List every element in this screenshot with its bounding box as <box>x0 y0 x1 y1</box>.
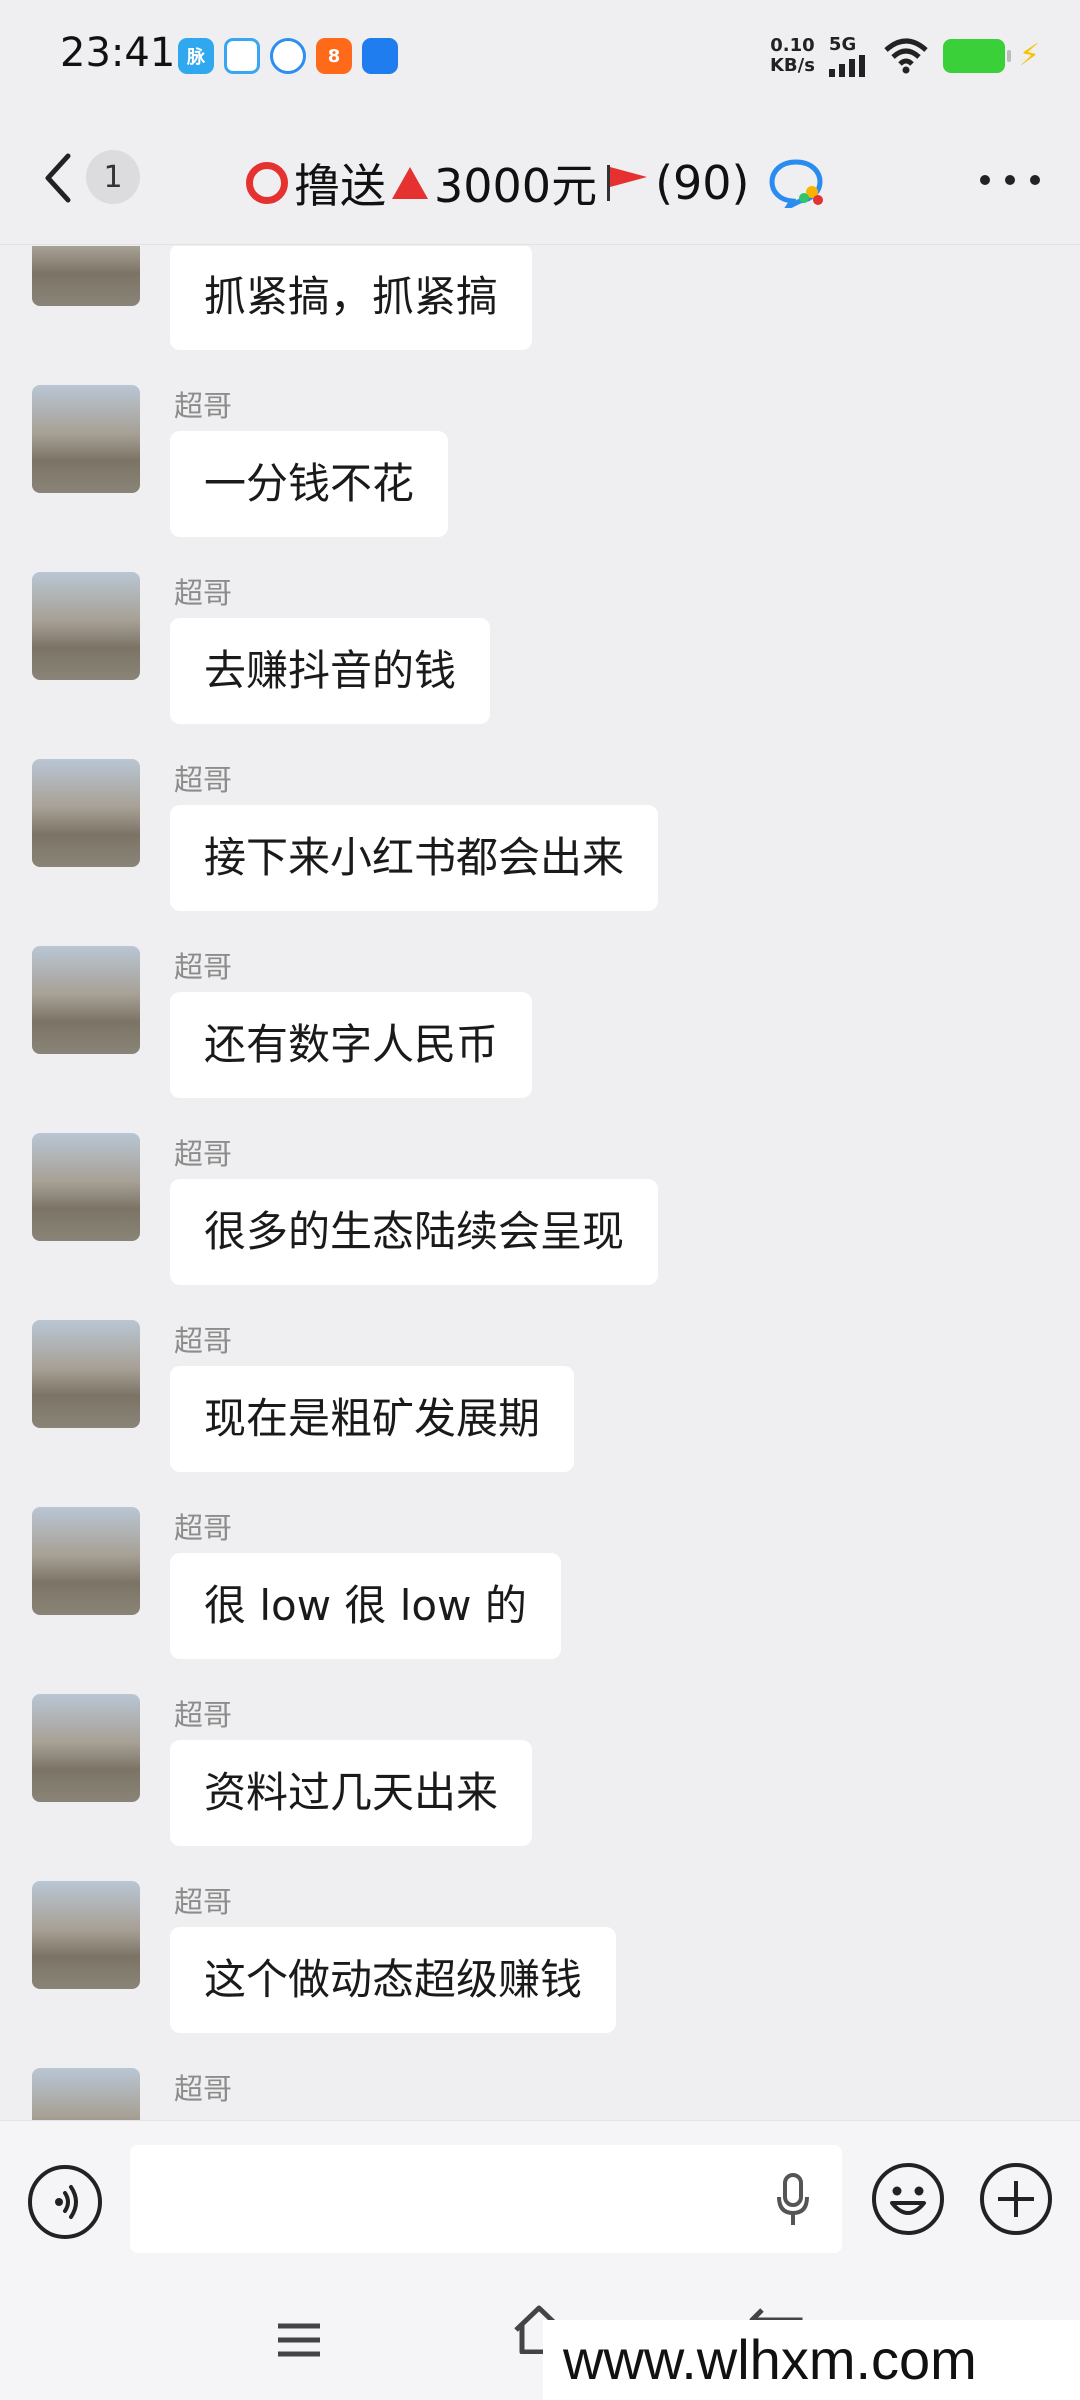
status-app-icons: 脉 8 <box>178 38 398 74</box>
wifi-icon <box>884 38 928 73</box>
message-list[interactable]: 超哥 抓紧搞，抓紧搞 超哥 一分钱不花 超哥 去赚抖音的钱 超哥 接下来小红书都… <box>0 246 1080 2120</box>
sender-name: 超哥 <box>174 1511 233 1545</box>
sender-avatar[interactable] <box>32 1320 140 1428</box>
emoji-icon[interactable] <box>870 2161 946 2237</box>
group-chat-icon[interactable] <box>768 158 826 208</box>
message-item: 超哥 抓紧搞，抓紧搞 <box>0 246 1080 373</box>
sender-name: 超哥 <box>174 950 233 984</box>
sender-name: 超哥 <box>174 576 233 610</box>
sender-name: 超哥 <box>174 1698 233 1732</box>
sender-name: 超哥 <box>174 1885 233 1919</box>
message-item: 超哥 去赚抖音的钱 <box>0 560 1080 747</box>
sender-name: 超哥 <box>174 389 233 423</box>
message-bubble[interactable]: 这个做动态超级赚钱 <box>170 1927 617 2033</box>
message-input-bar <box>0 2120 1080 2280</box>
message-bubble[interactable]: 去赚抖音的钱 <box>170 618 491 724</box>
sender-name: 超哥 <box>174 763 233 797</box>
charging-icon: ⚡ <box>1018 38 1040 73</box>
menu-icon[interactable] <box>276 2320 322 2360</box>
back-icon[interactable] <box>38 150 88 206</box>
watermark-text: www.wlhxm.com <box>543 2320 1080 2400</box>
voice-mode-button[interactable] <box>28 2165 102 2239</box>
add-more-icon[interactable] <box>978 2161 1054 2237</box>
sender-avatar[interactable] <box>32 246 140 306</box>
signal-icon <box>828 55 865 77</box>
signal-group: 5G <box>828 34 869 77</box>
app-orange-icon: 8 <box>316 38 352 74</box>
sender-name: 超哥 <box>174 2072 233 2106</box>
app-blue-icon: 脉 <box>178 38 214 74</box>
message-bubble[interactable]: 资料过几天出来 <box>170 1740 533 1846</box>
app-qq-chat-icon <box>224 38 260 74</box>
red-flag-icon <box>607 165 648 201</box>
red-triangle-icon <box>392 167 428 199</box>
sender-name: 超哥 <box>174 1137 233 1171</box>
message-bubble[interactable]: 现在是粗矿发展期 <box>170 1366 575 1472</box>
message-item: 超哥 <box>0 2056 1080 2120</box>
sender-avatar[interactable] <box>32 1881 140 1989</box>
status-indicators: 0.10 KB/s 5G ⚡ <box>770 34 1040 77</box>
message-bubble[interactable]: 还有数字人民币 <box>170 992 533 1098</box>
microphone-icon[interactable] <box>776 2173 810 2227</box>
sender-avatar[interactable] <box>32 759 140 867</box>
group-title[interactable]: 撸送 3000元 (90) <box>246 150 826 216</box>
sender-avatar[interactable] <box>32 1133 140 1241</box>
message-bubble[interactable]: 抓紧搞，抓紧搞 <box>170 246 533 350</box>
title-text-part-2: 3000元 <box>434 159 598 213</box>
sender-avatar[interactable] <box>32 385 140 493</box>
sender-avatar[interactable] <box>32 946 140 1054</box>
voice-wave-icon <box>55 2185 78 2219</box>
app-blue-window-icon <box>362 38 398 74</box>
message-item: 超哥 很 low 很 low 的 <box>0 1495 1080 1682</box>
message-bubble[interactable]: 接下来小红书都会出来 <box>170 805 659 911</box>
message-text-input[interactable] <box>130 2145 842 2253</box>
message-item: 超哥 一分钱不花 <box>0 373 1080 560</box>
sender-avatar[interactable] <box>32 2068 140 2120</box>
network-type: 5G <box>828 34 857 55</box>
battery-icon <box>942 38 1011 73</box>
status-bar: 23:41 脉 8 0.10 KB/s 5G ⚡ <box>0 0 1080 110</box>
message-item: 超哥 还有数字人民币 <box>0 934 1080 1121</box>
unread-count-badge[interactable]: 1 <box>86 150 140 204</box>
title-text-part-1: 撸送 <box>294 159 386 213</box>
red-circle-icon <box>246 162 288 204</box>
status-time: 23:41 <box>60 30 176 76</box>
message-item: 超哥 接下来小红书都会出来 <box>0 747 1080 934</box>
chat-header: 1 撸送 3000元 (90) <box>0 110 1080 245</box>
message-bubble[interactable]: 很多的生态陆续会呈现 <box>170 1179 659 1285</box>
message-item: 超哥 现在是粗矿发展期 <box>0 1308 1080 1495</box>
net-speed: 0.10 KB/s <box>769 34 815 76</box>
sender-avatar[interactable] <box>32 572 140 680</box>
more-options-icon[interactable] <box>980 170 1040 190</box>
message-item: 超哥 这个做动态超级赚钱 <box>0 1869 1080 2056</box>
message-bubble[interactable]: 一分钱不花 <box>170 431 449 537</box>
message-bubble[interactable]: 很 low 很 low 的 <box>170 1553 561 1659</box>
sender-avatar[interactable] <box>32 1694 140 1802</box>
sender-avatar[interactable] <box>32 1507 140 1615</box>
sender-name: 超哥 <box>174 1324 233 1358</box>
member-count: (90) <box>655 156 750 210</box>
net-speed-unit: KB/s <box>769 54 815 76</box>
app-qq-browser-icon <box>270 38 306 74</box>
net-speed-value: 0.10 <box>770 34 815 56</box>
message-item: 超哥 很多的生态陆续会呈现 <box>0 1121 1080 1308</box>
message-item: 超哥 资料过几天出来 <box>0 1682 1080 1869</box>
